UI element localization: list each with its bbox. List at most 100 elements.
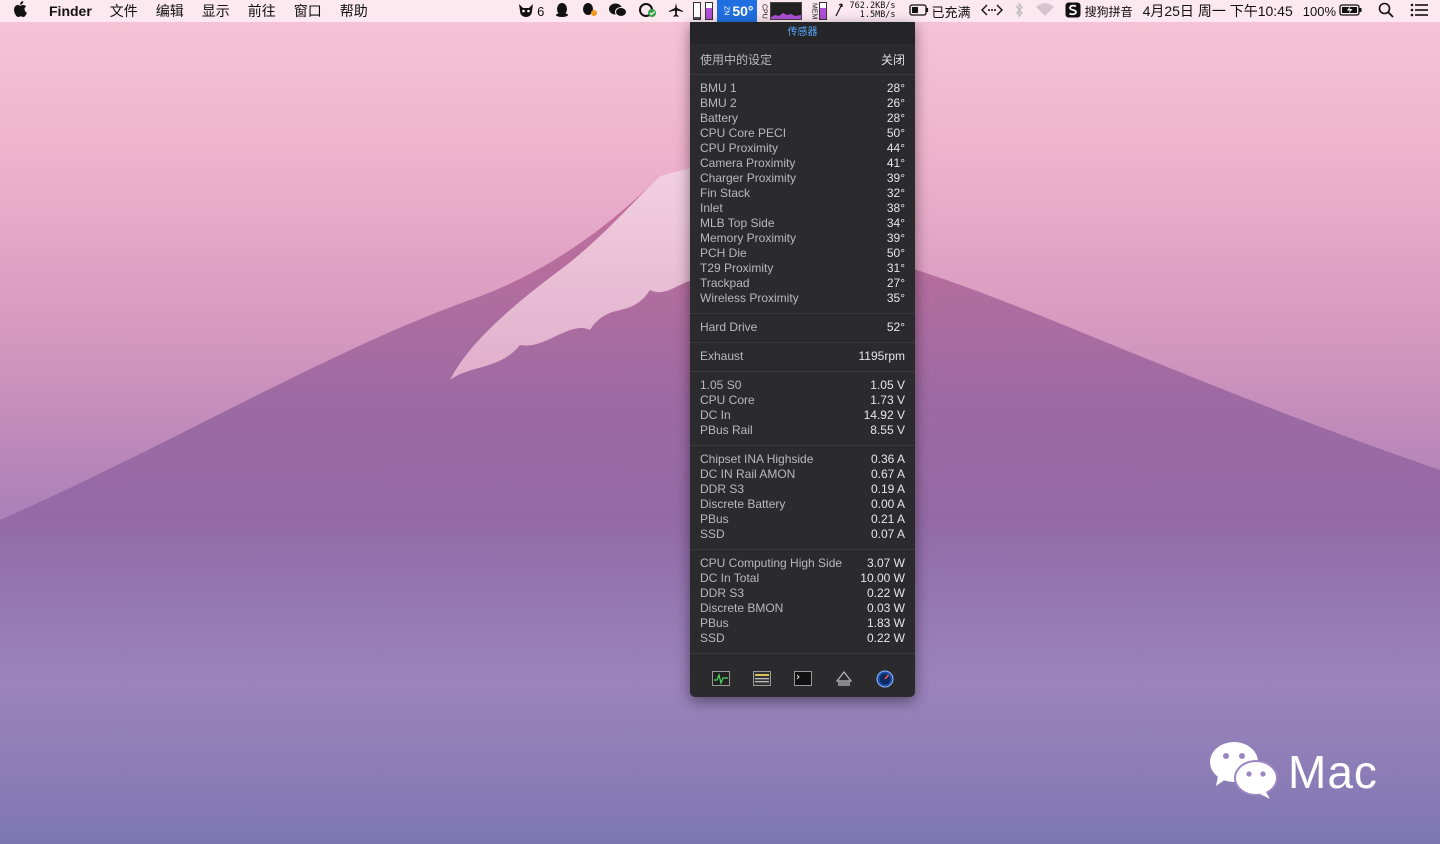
- sensor-row: MLB Top Side 34°: [700, 216, 905, 231]
- sensor-name: Exhaust: [700, 349, 744, 363]
- sensor-value: 28°: [886, 81, 905, 95]
- sensor-row: PBus Rail 8.55 V: [700, 423, 905, 438]
- notification-center-status-item[interactable]: [1404, 3, 1440, 20]
- sync-status-item[interactable]: [633, 2, 663, 21]
- sensor-value: 52°: [886, 320, 905, 334]
- istat-temperature-menu[interactable]: ZN 50°: [717, 0, 758, 22]
- sensor-name: DC In Total: [700, 571, 760, 585]
- code-status-item[interactable]: [976, 3, 1008, 20]
- notification-list-icon: [1410, 3, 1428, 20]
- menu-help[interactable]: 帮助: [331, 1, 377, 21]
- clock-status-item[interactable]: 4月25日 周一 下午10:45: [1138, 1, 1298, 21]
- sensor-name: SSD: [700, 631, 725, 645]
- cpu-history-graph: [770, 2, 803, 20]
- sensor-name: SSD: [700, 527, 725, 541]
- sensor-value: 14.92 V: [863, 408, 905, 422]
- console-log-icon[interactable]: [752, 670, 772, 688]
- sensor-row: PBus 1.83 W: [700, 616, 905, 631]
- cpu-bars-status-item[interactable]: [689, 2, 717, 20]
- charging-status-item[interactable]: 已充满: [904, 2, 976, 21]
- sensor-row: Inlet 38°: [700, 201, 905, 216]
- sensor-row: DC In Total 10.00 W: [700, 571, 905, 586]
- sensor-name: Fin Stack: [700, 186, 751, 200]
- qq-penguin-icon: [554, 2, 570, 21]
- qq-notification-status-item[interactable]: [575, 2, 603, 21]
- sensor-group: BMU 1 28° BMU 2 26° Battery 28° CPU Core PECI 5…: [690, 75, 915, 314]
- sensor-value: 27°: [886, 276, 905, 290]
- sensor-value: 1.05 V: [870, 378, 905, 392]
- sensor-name: CPU Computing High Side: [700, 556, 843, 570]
- sensor-name: Battery: [700, 111, 739, 125]
- sensor-value: 0.22 W: [866, 631, 905, 645]
- battery-status-item[interactable]: 100%: [1298, 4, 1368, 19]
- menu-file[interactable]: 文件: [101, 1, 147, 21]
- app-menu-finder[interactable]: Finder: [40, 3, 101, 19]
- wechat-status-item[interactable]: [603, 2, 633, 21]
- activity-monitor-icon[interactable]: [711, 670, 731, 688]
- menu-go[interactable]: 前往: [239, 1, 285, 21]
- menu-edit[interactable]: 编辑: [147, 1, 193, 21]
- temperature-tag: ZN: [722, 6, 730, 16]
- menu-view[interactable]: 显示: [193, 1, 239, 21]
- input-method-status-item[interactable]: 搜狗拼音: [1060, 2, 1138, 21]
- sensor-row: Charger Proximity 39°: [700, 171, 905, 186]
- cpu-load-bar-2: [705, 2, 714, 20]
- sensor-value: 26°: [886, 96, 905, 110]
- terminal-icon[interactable]: [793, 670, 813, 688]
- input-method-name: 搜狗拼音: [1084, 4, 1133, 19]
- sensors-dropdown-panel: 传感器 使用中的设定 关闭 BMU 1 28° BMU 2 26° Battery 28°…: [690, 22, 915, 697]
- cpu-graph-status-item[interactable]: CPU: [757, 2, 807, 20]
- bluetooth-status-item[interactable]: [1008, 1, 1030, 21]
- memory-status-item[interactable]: MEM: [807, 2, 831, 20]
- panel-title: 传感器: [690, 22, 915, 44]
- sensor-value: 0.67 A: [870, 467, 905, 481]
- spotlight-status-item[interactable]: [1368, 2, 1404, 21]
- close-button[interactable]: 关闭: [881, 51, 905, 68]
- code-brackets-icon: [980, 3, 1003, 20]
- sensor-name: Discrete Battery: [700, 497, 786, 511]
- sensor-row: DDR S3 0.22 W: [700, 586, 905, 601]
- disk-utility-icon[interactable]: [834, 670, 854, 688]
- sensor-value: 50°: [886, 126, 905, 140]
- qq-status-item[interactable]: [549, 2, 575, 21]
- sensor-name: DC IN Rail AMON: [700, 467, 796, 481]
- sensor-row: CPU Core 1.73 V: [700, 393, 905, 408]
- sensor-name: 1.05 S0: [700, 378, 742, 392]
- active-settings-label: 使用中的设定: [700, 52, 773, 67]
- airplane-status-item[interactable]: [663, 2, 689, 21]
- sensor-value: 50°: [886, 246, 905, 260]
- menu-window[interactable]: 窗口: [285, 1, 331, 21]
- network-rates: 762.2KB/s 1.5MB/s: [844, 2, 900, 20]
- sensor-value: 0.07 A: [870, 527, 905, 541]
- sensor-name: DDR S3: [700, 482, 745, 496]
- sensor-name: Memory Proximity: [700, 231, 797, 245]
- bluetooth-icon: [1013, 1, 1025, 21]
- sensor-value: 8.55 V: [870, 423, 905, 437]
- sensor-value: 35°: [886, 291, 905, 305]
- sensor-group: Hard Drive 52°: [690, 314, 915, 343]
- status-item-mascot[interactable]: 6: [512, 2, 549, 21]
- sensor-row: DC IN Rail AMON 0.67 A: [700, 467, 905, 482]
- sync-check-icon: [638, 2, 658, 21]
- watermark-text: Mac: [1288, 745, 1378, 798]
- sensor-row: Wireless Proximity 35°: [700, 291, 905, 306]
- wechat-mac-watermark: Mac: [1208, 738, 1378, 805]
- istat-gauge-icon[interactable]: [875, 670, 895, 688]
- sensor-name: DDR S3: [700, 586, 745, 600]
- sensor-name: BMU 1: [700, 81, 737, 95]
- wifi-status-item[interactable]: [1030, 2, 1060, 21]
- sensor-name: Trackpad: [700, 276, 750, 290]
- sensor-value: 41°: [886, 156, 905, 170]
- apple-menu-icon[interactable]: [0, 1, 40, 21]
- sensor-name: Charger Proximity: [700, 171, 797, 185]
- sensor-name: Chipset INA Highside: [700, 452, 814, 466]
- sensor-value: 44°: [886, 141, 905, 155]
- sensor-row: SSD 0.07 A: [700, 527, 905, 542]
- sensor-value: 0.00 A: [870, 497, 905, 511]
- network-status-item[interactable]: 762.2KB/s 1.5MB/s: [831, 2, 903, 21]
- sensor-value: 39°: [886, 231, 905, 245]
- memory-label: MEM: [810, 2, 818, 20]
- sensor-row: BMU 2 26°: [700, 96, 905, 111]
- sensor-value: 10.00 W: [860, 571, 905, 585]
- sensor-row: Hard Drive 52°: [700, 320, 905, 335]
